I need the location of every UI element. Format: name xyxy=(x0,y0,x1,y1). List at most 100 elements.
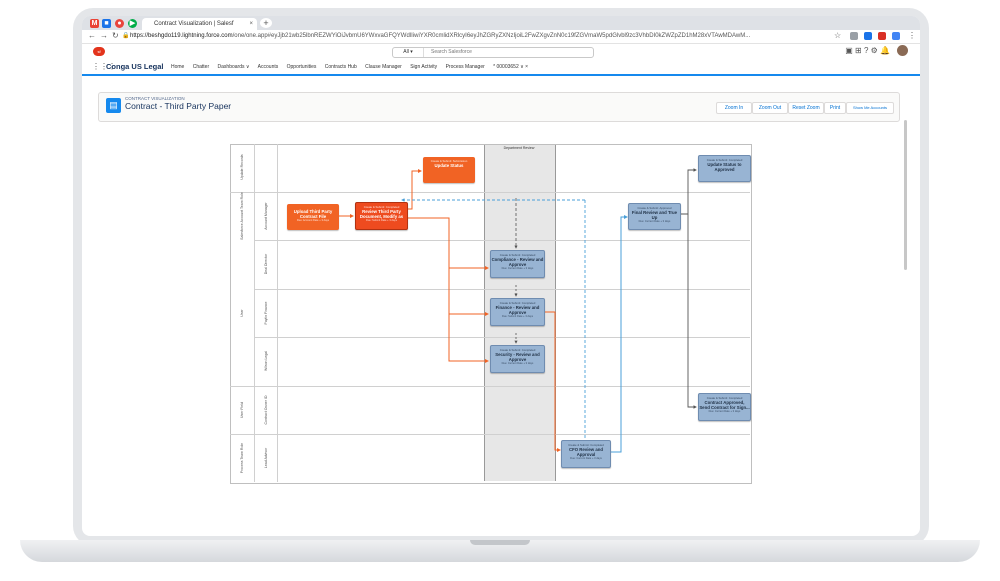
nav-item[interactable]: Opportunities xyxy=(287,64,317,70)
task-update-status-approved[interactable]: Create & Submit: Completed Update Status… xyxy=(698,155,751,182)
gmail-icon[interactable]: M xyxy=(90,19,99,28)
header-icons: ▣ ⊞ ? ⚙ 🔔 xyxy=(845,46,890,55)
meet-icon[interactable]: ▶ xyxy=(128,19,137,28)
task-title: Contract Approved, Send Contract for Sig… xyxy=(699,400,750,410)
task-cfo-review[interactable]: Create & Submit: Completed CFO Review an… xyxy=(561,440,611,468)
search-input[interactable]: Search Salesforce xyxy=(431,48,472,57)
task-final-review[interactable]: Create & Submit: Approved Final Review a… xyxy=(628,203,681,230)
favorites-icon[interactable]: ▣ xyxy=(845,46,853,55)
task-kind: Create & Submit: Completed xyxy=(499,348,536,352)
lane-label: Salesforce Account Team Role xyxy=(240,192,244,240)
back-icon[interactable]: ← xyxy=(88,31,96,40)
reset-zoom-button[interactable]: Reset Zoom xyxy=(788,102,824,114)
chrome-icon[interactable]: ● xyxy=(115,19,124,28)
nav-item[interactable]: Process Manager xyxy=(446,64,485,70)
bell-icon[interactable]: 🔔 xyxy=(880,46,890,55)
show-accounts-button[interactable]: Show Me Accounts xyxy=(846,102,894,114)
lane-sublabel: Paylin Finance xyxy=(264,301,268,325)
task-kind: Create & Submit: Completed xyxy=(706,158,743,162)
task-due: Due: Current Date + 3 days xyxy=(708,410,741,413)
task-title: Review Third Party Document, Modify as xyxy=(359,209,404,219)
reload-icon[interactable]: ↻ xyxy=(112,31,119,40)
nav-item[interactable]: Accounts xyxy=(258,64,279,70)
lane-label: User Field xyxy=(240,402,244,418)
task-due: Due: Submit Date + 3 days xyxy=(501,315,534,318)
search-scope-select[interactable]: All ▾ xyxy=(393,48,424,57)
tab-title: Contract Visualization | Salesf xyxy=(154,21,234,27)
task-contract-approved[interactable]: Create & Submit: Completed Contract Appr… xyxy=(698,393,751,421)
task-review-document[interactable]: Create & Submit: Completed Review Third … xyxy=(355,202,408,230)
extension-icon[interactable] xyxy=(892,32,900,40)
task-security-review[interactable]: Create & Submit: Completed Security - Re… xyxy=(490,345,545,373)
gear-icon[interactable]: ⚙ xyxy=(871,46,878,55)
tab-record[interactable]: * 00003652 ∨ × xyxy=(493,64,528,70)
task-title: CFO Review and Approval xyxy=(569,447,603,457)
task-kind: Create & Submit: Completed xyxy=(499,253,536,257)
nav-items: Home Chatter Dashboards ∨ Accounts Oppor… xyxy=(171,64,535,70)
nav-item[interactable]: Home xyxy=(171,64,184,70)
zoom-out-button[interactable]: Zoom Out xyxy=(752,102,788,114)
task-title: Compliance - Review and Approve xyxy=(491,257,544,267)
bookmark-star-icon[interactable]: ☆ xyxy=(834,31,841,40)
task-kind: Create & Submit: Completed xyxy=(568,443,604,447)
column-header: Department Review xyxy=(503,146,535,150)
task-compliance-review[interactable]: Create & Submit: Completed Compliance - … xyxy=(490,250,545,278)
lane-label: Update Records xyxy=(240,154,244,180)
scrollbar[interactable] xyxy=(904,120,907,270)
nav-item[interactable]: Contracts Hub xyxy=(325,64,357,70)
extension-icon[interactable] xyxy=(864,32,872,40)
task-title: Security - Review and Approve xyxy=(495,352,540,362)
task-update-status[interactable]: Create & Submit: Submission Update Statu… xyxy=(423,157,475,183)
salesforce-logo[interactable]: sf xyxy=(93,47,105,56)
url-field[interactable]: https://beshgdo119.lightning.force.com/o… xyxy=(130,32,830,41)
zoom-in-button[interactable]: Zoom In xyxy=(716,102,752,114)
task-title: Update Status xyxy=(434,163,464,168)
task-due: Due: Account Date + 3 days xyxy=(296,219,330,222)
extension-icon[interactable] xyxy=(850,32,858,40)
task-kind: Create & Submit: Completed xyxy=(706,396,743,400)
lane-divider xyxy=(254,240,750,241)
task-due: Due: Current Date + 3 days xyxy=(638,220,671,223)
task-upload-contract[interactable]: Upload Third Party Contract File Due: Ac… xyxy=(287,204,339,230)
task-finance-review[interactable]: Create & Submit: Completed Finance - Rev… xyxy=(490,298,545,326)
lane-divider xyxy=(230,192,750,193)
add-icon[interactable]: ⊞ xyxy=(855,46,862,55)
tab-close-icon[interactable]: × xyxy=(249,18,253,30)
nav-item[interactable]: Dashboards ∨ xyxy=(218,64,250,70)
print-button[interactable]: Print xyxy=(824,102,846,114)
forward-icon[interactable]: → xyxy=(100,31,108,40)
lane-divider xyxy=(230,386,750,387)
nav-item[interactable]: Sign Activity xyxy=(410,64,437,70)
task-title: Finance - Review and Approve xyxy=(495,305,540,315)
app-name: Conga US Legal xyxy=(106,62,164,71)
lane-sublabel: Lead Advisor xyxy=(264,447,268,469)
task-due: Due: Current Date + 3 days xyxy=(501,267,534,270)
global-search[interactable]: All ▾ Search Salesforce xyxy=(392,47,594,58)
page-title: Contract - Third Party Paper xyxy=(125,101,232,111)
nav-item[interactable]: Clause Manager xyxy=(365,64,402,70)
lane-sublabel: Wilson Legal xyxy=(264,350,268,372)
task-title: Final Review and True Up xyxy=(631,210,678,220)
help-icon[interactable]: ? xyxy=(864,46,868,55)
lock-icon: 🔒 xyxy=(122,33,130,39)
task-kind: Create & Submit: Completed xyxy=(363,205,400,209)
tab-contract-visualization[interactable]: Contract Visualization | Salesf × xyxy=(142,18,257,30)
laptop-notch xyxy=(470,540,530,545)
calendar-icon[interactable]: ■ xyxy=(102,19,111,28)
lane-divider xyxy=(254,337,750,338)
lane-divider xyxy=(254,289,750,290)
task-kind: Create & Submit: Approved xyxy=(637,206,672,210)
task-due: Due: Current Date + 3 days xyxy=(501,362,534,365)
task-due: Due: Current Date + 3 days xyxy=(570,457,602,460)
browser-menu-icon[interactable]: ⋮ xyxy=(908,31,916,40)
lane-divider xyxy=(277,144,278,482)
task-due: Due: Submit Date + 3 days xyxy=(365,219,398,222)
new-tab-button[interactable]: + xyxy=(260,18,272,28)
lane-sublabel: Account Manager xyxy=(264,202,268,230)
avatar[interactable] xyxy=(897,45,908,56)
task-kind: Create & Submit: Completed xyxy=(499,301,536,305)
extension-icon[interactable] xyxy=(878,32,886,40)
lane-divider xyxy=(254,144,255,482)
nav-item[interactable]: Chatter xyxy=(193,64,209,70)
lane-label: Process Team Role xyxy=(240,442,244,474)
